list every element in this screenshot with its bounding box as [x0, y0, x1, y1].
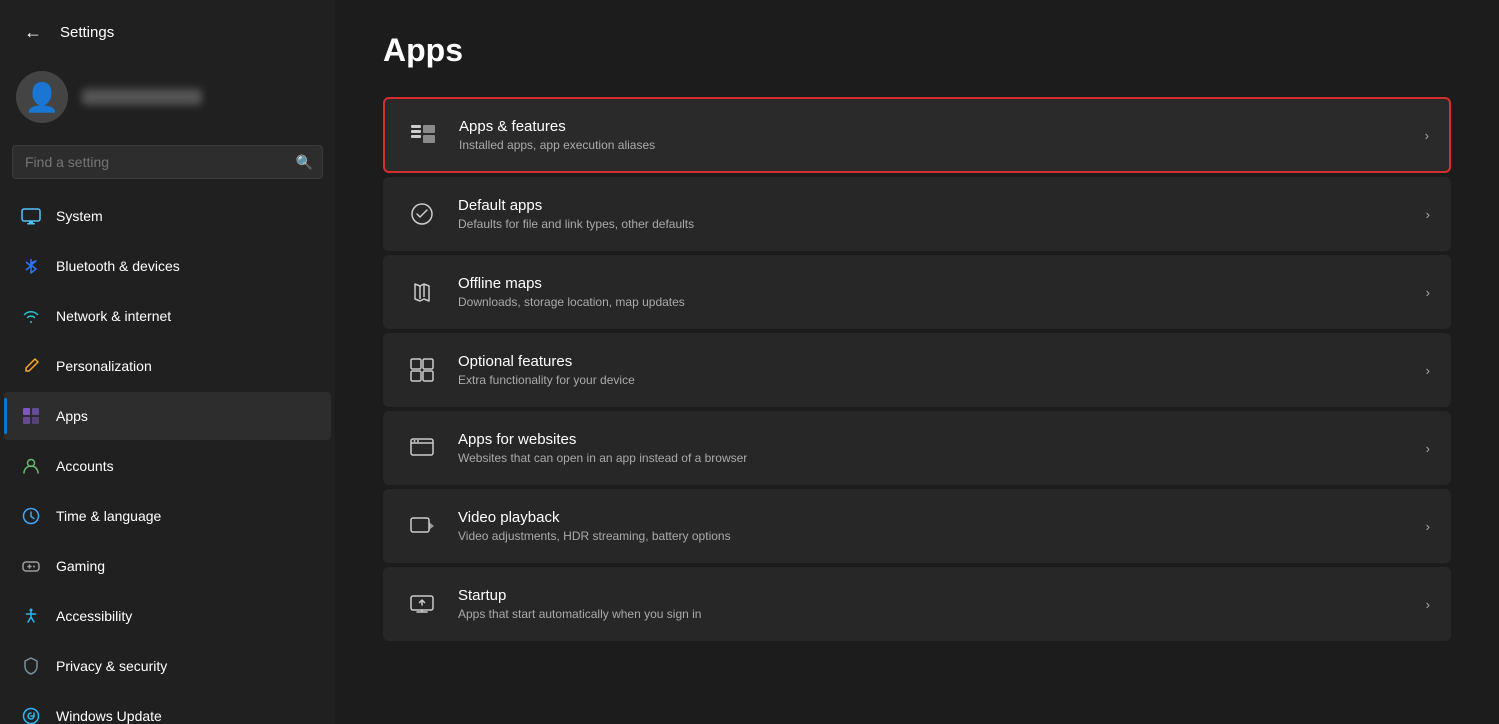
default-apps-chevron: ›	[1426, 207, 1430, 222]
gaming-icon	[20, 555, 42, 577]
sidebar-item-bluetooth-label: Bluetooth & devices	[56, 258, 180, 274]
sidebar-item-time[interactable]: Time & language	[4, 492, 331, 540]
sidebar-item-accounts-label: Accounts	[56, 458, 114, 474]
sidebar-item-update-label: Windows Update	[56, 708, 162, 724]
optional-features-chevron: ›	[1426, 363, 1430, 378]
settings-item-offline-maps[interactable]: Offline maps Downloads, storage location…	[383, 255, 1451, 329]
optional-features-subtitle: Extra functionality for your device	[458, 373, 1408, 387]
network-icon	[20, 305, 42, 327]
settings-item-apps-websites[interactable]: Apps for websites Websites that can open…	[383, 411, 1451, 485]
sidebar-item-update[interactable]: Windows Update	[4, 692, 331, 724]
apps-features-text: Apps & features Installed apps, app exec…	[459, 118, 1407, 152]
accounts-icon	[20, 455, 42, 477]
search-icon: 🔍	[296, 154, 313, 171]
video-playback-title: Video playback	[458, 509, 1408, 526]
apps-websites-subtitle: Websites that can open in an app instead…	[458, 451, 1408, 465]
sidebar: ← Settings 👤 🔍 System Bluetooth & device…	[0, 0, 335, 724]
video-playback-chevron: ›	[1426, 519, 1430, 534]
bluetooth-icon	[20, 255, 42, 277]
offline-maps-icon	[404, 274, 440, 310]
update-icon	[20, 705, 42, 724]
sidebar-item-privacy-label: Privacy & security	[56, 658, 167, 674]
apps-websites-chevron: ›	[1426, 441, 1430, 456]
sidebar-item-privacy[interactable]: Privacy & security	[4, 642, 331, 690]
settings-item-optional-features[interactable]: Optional features Extra functionality fo…	[383, 333, 1451, 407]
sidebar-item-time-label: Time & language	[56, 508, 161, 524]
search-input[interactable]	[12, 145, 323, 179]
apps-websites-text: Apps for websites Websites that can open…	[458, 431, 1408, 465]
sidebar-item-apps-label: Apps	[56, 408, 88, 424]
video-playback-icon	[404, 508, 440, 544]
sidebar-item-bluetooth[interactable]: Bluetooth & devices	[4, 242, 331, 290]
sidebar-item-accessibility-label: Accessibility	[56, 608, 132, 624]
sidebar-item-personalization-label: Personalization	[56, 358, 152, 374]
startup-icon	[404, 586, 440, 622]
apps-websites-icon	[404, 430, 440, 466]
accessibility-icon	[20, 605, 42, 627]
main-content: Apps Apps & features Installed apps, app…	[335, 0, 1499, 724]
search-bar: 🔍	[12, 145, 323, 179]
sidebar-item-accounts[interactable]: Accounts	[4, 442, 331, 490]
apps-features-subtitle: Installed apps, app execution aliases	[459, 138, 1407, 152]
default-apps-title: Default apps	[458, 197, 1408, 214]
apps-icon	[20, 405, 42, 427]
settings-item-video-playback[interactable]: Video playback Video adjustments, HDR st…	[383, 489, 1451, 563]
sidebar-item-network-label: Network & internet	[56, 308, 171, 324]
sidebar-item-system-label: System	[56, 208, 103, 224]
offline-maps-title: Offline maps	[458, 275, 1408, 292]
page-title: Apps	[383, 32, 1451, 69]
apps-websites-title: Apps for websites	[458, 431, 1408, 448]
startup-subtitle: Apps that start automatically when you s…	[458, 607, 1408, 621]
settings-title: Settings	[60, 24, 114, 41]
default-apps-subtitle: Defaults for file and link types, other …	[458, 217, 1408, 231]
system-icon	[20, 205, 42, 227]
user-name	[82, 89, 202, 105]
offline-maps-subtitle: Downloads, storage location, map updates	[458, 295, 1408, 309]
time-icon	[20, 505, 42, 527]
settings-item-startup[interactable]: Startup Apps that start automatically wh…	[383, 567, 1451, 641]
avatar: 👤	[16, 71, 68, 123]
sidebar-item-gaming-label: Gaming	[56, 558, 105, 574]
default-apps-icon	[404, 196, 440, 232]
sidebar-header: ← Settings	[0, 0, 335, 57]
sidebar-item-accessibility[interactable]: Accessibility	[4, 592, 331, 640]
sidebar-item-system[interactable]: System	[4, 192, 331, 240]
sidebar-item-gaming[interactable]: Gaming	[4, 542, 331, 590]
apps-features-chevron: ›	[1425, 128, 1429, 143]
settings-item-default-apps[interactable]: Default apps Defaults for file and link …	[383, 177, 1451, 251]
default-apps-text: Default apps Defaults for file and link …	[458, 197, 1408, 231]
video-playback-text: Video playback Video adjustments, HDR st…	[458, 509, 1408, 543]
offline-maps-chevron: ›	[1426, 285, 1430, 300]
startup-title: Startup	[458, 587, 1408, 604]
startup-text: Startup Apps that start automatically wh…	[458, 587, 1408, 621]
offline-maps-text: Offline maps Downloads, storage location…	[458, 275, 1408, 309]
sidebar-item-personalization[interactable]: Personalization	[4, 342, 331, 390]
user-profile: 👤	[0, 57, 335, 137]
apps-features-title: Apps & features	[459, 118, 1407, 135]
sidebar-item-network[interactable]: Network & internet	[4, 292, 331, 340]
privacy-icon	[20, 655, 42, 677]
startup-chevron: ›	[1426, 597, 1430, 612]
apps-features-icon	[405, 117, 441, 153]
optional-features-title: Optional features	[458, 353, 1408, 370]
nav-menu: System Bluetooth & devices Network & int…	[0, 191, 335, 724]
video-playback-subtitle: Video adjustments, HDR streaming, batter…	[458, 529, 1408, 543]
optional-features-icon	[404, 352, 440, 388]
back-button[interactable]: ←	[16, 18, 50, 47]
settings-item-apps-features[interactable]: Apps & features Installed apps, app exec…	[383, 97, 1451, 173]
sidebar-item-apps[interactable]: Apps	[4, 392, 331, 440]
personalization-icon	[20, 355, 42, 377]
settings-list: Apps & features Installed apps, app exec…	[383, 97, 1451, 641]
optional-features-text: Optional features Extra functionality fo…	[458, 353, 1408, 387]
user-icon: 👤	[25, 81, 60, 114]
